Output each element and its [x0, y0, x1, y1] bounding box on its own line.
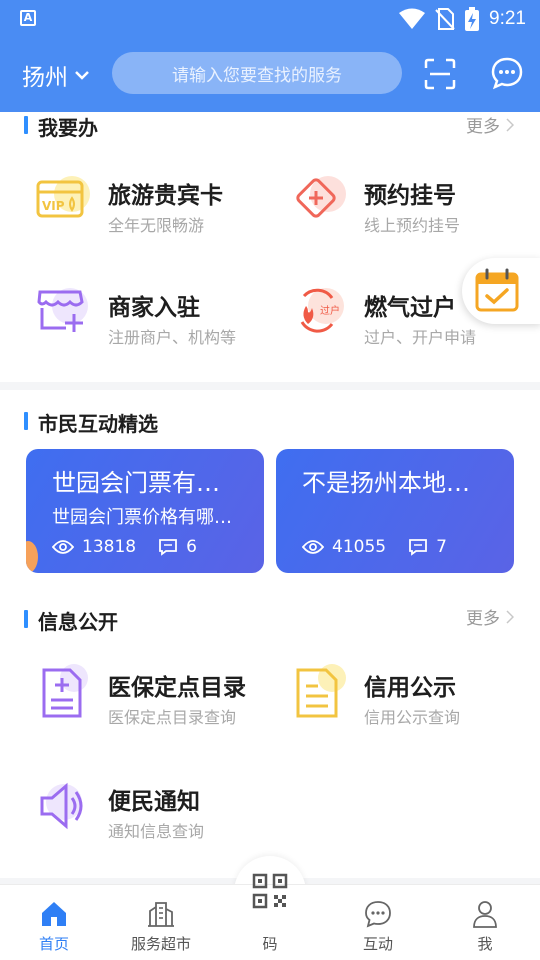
service-item-merchant[interactable]: 商家入驻 注册商户、机构等	[36, 284, 276, 364]
user-icon	[473, 901, 497, 928]
info-subtitle: 通知信息查询	[108, 822, 205, 841]
status-time: 9:21	[489, 8, 526, 29]
info-item-credit[interactable]: 信用公示 信用公示查询	[292, 664, 532, 744]
service-subtitle: 全年无限畅游	[108, 216, 205, 235]
chat-icon	[365, 901, 391, 928]
qr-code-icon	[252, 873, 288, 909]
comment-count: 6	[186, 537, 197, 557]
card-subtitle: 世园会门票价格有哪…	[52, 507, 232, 528]
speaker-icon	[40, 782, 83, 830]
tab-label: 首页	[38, 935, 69, 953]
info-title: 信用公示	[364, 675, 456, 701]
bottom-tab-bar: 首页 服务超市 码 互动 我	[0, 873, 540, 960]
info-item-medical-catalog[interactable]: 医保定点目录 医保定点目录查询	[36, 664, 276, 744]
card-stats: 41055 7	[302, 537, 447, 557]
eye-icon	[52, 540, 74, 554]
info-title: 便民通知	[108, 789, 200, 815]
gas-transfer-icon: 过户	[300, 288, 344, 333]
service-title: 商家入驻	[108, 295, 200, 321]
tab-service-market[interactable]: 服务超市	[116, 885, 206, 960]
section-title: 信息公开	[38, 610, 118, 634]
service-subtitle: 线上预约挂号	[364, 216, 461, 235]
comment-icon	[409, 539, 427, 556]
tab-home[interactable]: 首页	[9, 885, 99, 960]
card-decoration-icon	[26, 541, 38, 573]
service-item-vip-card[interactable]: VIP 旅游贵宾卡 全年无限畅游	[36, 172, 276, 252]
floating-calendar-button[interactable]	[462, 258, 540, 324]
tab-interaction[interactable]: 互动	[333, 885, 423, 960]
section-title: 我要办	[38, 116, 98, 140]
more-link[interactable]: 更多	[466, 112, 514, 137]
tab-label: 我	[477, 935, 493, 953]
more-label: 更多	[466, 609, 500, 629]
info-title: 医保定点目录	[108, 675, 246, 701]
info-subtitle: 信用公示查询	[364, 708, 461, 727]
comment-count: 7	[436, 537, 447, 557]
section-accent-bar	[24, 412, 28, 430]
interaction-card[interactable]: 不是扬州本地… 41055 7	[276, 449, 514, 573]
wifi-icon	[399, 8, 426, 29]
card-title: 不是扬州本地…	[302, 469, 470, 497]
store-add-icon	[37, 288, 88, 332]
building-icon	[148, 902, 174, 927]
calendar-check-icon	[475, 268, 519, 312]
section-accent-bar	[24, 116, 28, 134]
view-count: 13818	[82, 537, 137, 557]
service-subtitle: 注册商户、机构等	[108, 328, 237, 347]
card-title: 世园会门票有…	[52, 469, 220, 497]
chevron-right-icon	[506, 609, 514, 624]
info-section: 信息公开 更多 医保定点目录 医保定点目录查询 信用公示 信用公示查询 便民通知…	[0, 592, 540, 878]
chevron-right-icon	[506, 117, 514, 132]
credit-doc-icon	[296, 664, 346, 718]
service-item-appointment[interactable]: 预约挂号 线上预约挂号	[292, 172, 532, 252]
todo-section: 我要办 更多 VIP 旅游贵宾卡 全年无限畅游 预约挂号 线上预约挂号 商家入驻…	[0, 112, 540, 382]
no-sim-icon	[435, 8, 455, 30]
section-accent-bar	[24, 610, 28, 628]
search-input[interactable]: 请输入您要查找的服务	[112, 52, 402, 94]
info-item-notice[interactable]: 便民通知 通知信息查询	[36, 778, 276, 858]
section-title: 市民互动精选	[38, 412, 158, 436]
city-label: 扬州	[22, 65, 68, 91]
header: A 9:21 扬州 请输入您要查找的服务	[0, 0, 540, 112]
medical-doc-icon	[42, 664, 88, 718]
interaction-card[interactable]: 世园会门票有… 世园会门票价格有哪… 13818 6	[26, 449, 264, 573]
more-label: 更多	[466, 117, 500, 137]
message-icon[interactable]	[490, 56, 524, 90]
scan-icon[interactable]	[424, 58, 456, 90]
app-notification-icon: A	[20, 10, 36, 26]
card-stats: 13818 6	[52, 537, 197, 557]
status-bar: A 9:21	[0, 0, 540, 38]
service-title: 旅游贵宾卡	[108, 183, 223, 209]
tab-me[interactable]: 我	[440, 885, 530, 960]
gas-transfer-badge: 过户	[320, 304, 340, 317]
status-indicators: 9:21	[399, 6, 526, 32]
comment-icon	[159, 539, 177, 556]
service-title: 燃气过户	[364, 295, 456, 321]
battery-charging-icon	[465, 7, 480, 31]
eye-icon	[302, 540, 324, 554]
vip-card-icon: VIP	[36, 176, 90, 218]
service-title: 预约挂号	[364, 183, 456, 209]
search-row: 扬州 请输入您要查找的服务	[0, 50, 540, 98]
city-selector[interactable]: 扬州	[22, 58, 90, 92]
home-icon	[42, 902, 66, 926]
svg-text:VIP: VIP	[42, 199, 65, 213]
info-subtitle: 医保定点目录查询	[108, 708, 237, 727]
view-count: 41055	[332, 537, 387, 557]
service-subtitle: 过户、开户申请	[364, 328, 477, 347]
medical-diamond-icon	[296, 176, 346, 218]
chevron-down-icon	[75, 71, 89, 80]
tab-qr-code[interactable]: 码	[225, 873, 315, 960]
tab-label: 服务超市	[130, 935, 191, 953]
tab-label: 互动	[362, 935, 393, 953]
tab-label: 码	[262, 935, 278, 953]
more-link[interactable]: 更多	[466, 604, 514, 629]
